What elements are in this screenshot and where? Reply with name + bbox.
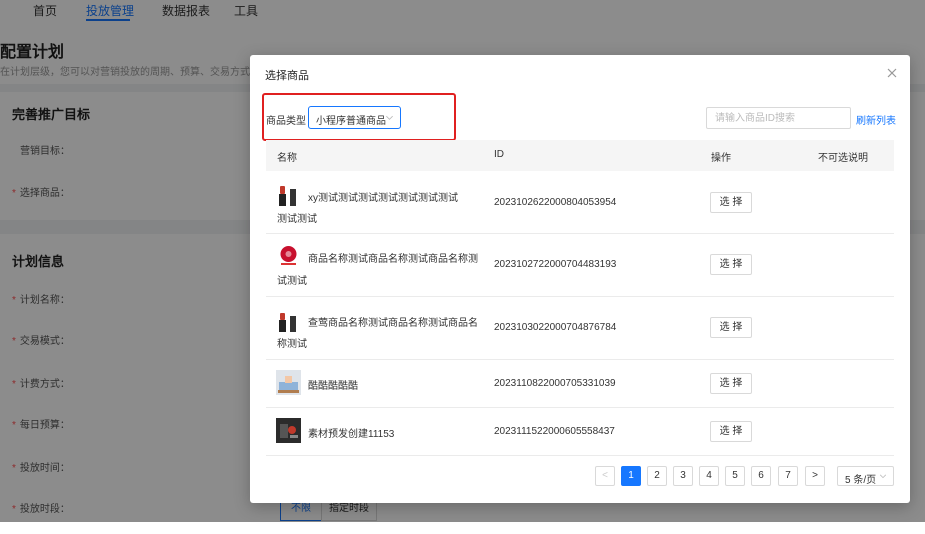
- pagination-page-4[interactable]: 4: [699, 466, 719, 486]
- dark-photo: [276, 418, 301, 443]
- select-product-button[interactable]: 选 择: [710, 421, 752, 442]
- room-photo: [276, 370, 301, 395]
- column-unselectable-note: 不可选说明: [818, 153, 868, 164]
- product-id: 2023102722000704483193: [494, 259, 617, 270]
- select-product-button[interactable]: 选 择: [710, 317, 752, 338]
- chevron-down-icon: [879, 474, 887, 479]
- product-id: 2023102622000804053954: [494, 197, 617, 208]
- column-name: 名称: [277, 153, 297, 164]
- select-product-button[interactable]: 选 择: [710, 192, 752, 213]
- red-flower-logo: [276, 244, 301, 269]
- table-header: 名称 ID 操作 不可选说明: [266, 140, 894, 171]
- select-product-button[interactable]: 选 择: [710, 373, 752, 394]
- product-name: xy测试测试测试测试测试测试测试: [308, 193, 458, 204]
- modal-title: 选择商品: [265, 70, 309, 82]
- pagination-page-7[interactable]: 7: [778, 466, 798, 486]
- product-name: 素材预发创建11153: [308, 429, 395, 440]
- lipstick-icon: [276, 309, 301, 334]
- close-icon[interactable]: [884, 65, 900, 81]
- pagination-page-6[interactable]: 6: [751, 466, 771, 486]
- product-type-select[interactable]: 小程序普通商品: [308, 106, 401, 129]
- product-name: 商品名称测试商品名称测试商品名称测: [308, 254, 478, 265]
- product-type-label: 商品类型: [266, 116, 306, 127]
- lipstick-icon: [276, 183, 301, 208]
- product-name-continued: 试测试: [277, 276, 307, 287]
- page-size-select[interactable]: 5 条/页: [837, 466, 894, 486]
- product-type-value: 小程序普通商品: [316, 116, 386, 127]
- refresh-list-link[interactable]: 刷新列表: [856, 112, 896, 127]
- pagination-page-2[interactable]: 2: [647, 466, 667, 486]
- table-row: 酷酷酷酷酷 2023110822000705331039 选 择: [266, 360, 894, 408]
- chevron-down-icon: [386, 115, 393, 120]
- table-row: 素材预发创建11153 2023111522000605558437 选 择: [266, 408, 894, 456]
- pagination-next-button[interactable]: >: [805, 466, 825, 486]
- select-product-modal: 选择商品 商品类型 小程序普通商品 刷新列表 名称 ID 操作 不可选说明 xy…: [250, 55, 910, 503]
- product-id-search-input[interactable]: [706, 107, 851, 129]
- column-id: ID: [494, 149, 504, 160]
- product-name: 查莺商品名称测试商品名称测试商品名: [308, 318, 478, 329]
- product-name: 酷酷酷酷酷: [308, 381, 358, 392]
- product-id: 2023111522000605558437: [494, 426, 615, 437]
- table-row: xy测试测试测试测试测试测试测试 测试测试 202310262200080405…: [266, 171, 894, 234]
- pagination-page-5[interactable]: 5: [725, 466, 745, 486]
- pagination-page-3[interactable]: 3: [673, 466, 693, 486]
- pagination-page-1[interactable]: 1: [621, 466, 641, 486]
- select-product-button[interactable]: 选 择: [710, 254, 752, 275]
- pagination-prev-button[interactable]: <: [595, 466, 615, 486]
- column-action: 操作: [711, 153, 731, 164]
- product-name-continued: 称测试: [277, 339, 307, 350]
- product-name-continued: 测试测试: [277, 214, 317, 225]
- product-id: 2023110822000705331039: [494, 378, 616, 389]
- table-row: 商品名称测试商品名称测试商品名称测 试测试 202310272200070448…: [266, 234, 894, 297]
- table-row: 查莺商品名称测试商品名称测试商品名 称测试 202310302200070487…: [266, 297, 894, 360]
- page-size-value: 5 条/页: [845, 475, 877, 486]
- product-id: 2023103022000704876784: [494, 322, 617, 333]
